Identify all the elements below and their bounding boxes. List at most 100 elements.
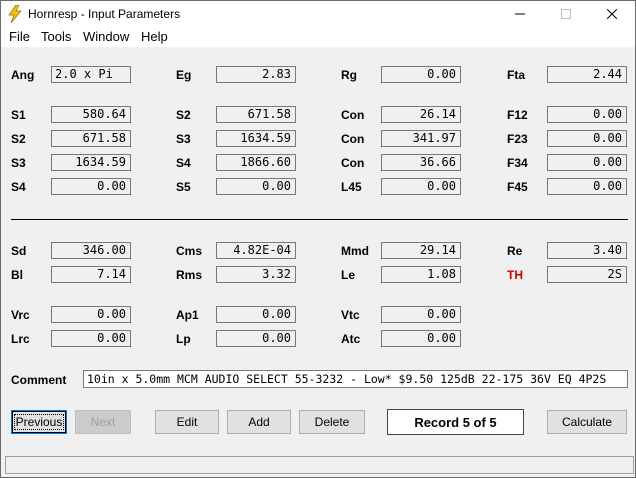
label-f12: F12 xyxy=(507,108,528,122)
field-con-3[interactable]: 36.66 xyxy=(381,154,461,171)
field-l45[interactable]: 0.00 xyxy=(381,178,461,195)
label-s3: S3 xyxy=(176,132,191,146)
label-fta: Fta xyxy=(507,68,525,82)
menu-help[interactable]: Help xyxy=(141,29,168,44)
label-ap1: Ap1 xyxy=(176,308,199,322)
field-rms[interactable]: 3.32 xyxy=(216,266,296,283)
calculate-button-label: Calculate xyxy=(561,415,613,429)
label-s4: S4 xyxy=(176,156,191,170)
field-s3[interactable]: 1634.59 xyxy=(216,130,296,147)
status-bar xyxy=(5,456,634,474)
label-s4-left: S4 xyxy=(11,180,26,194)
add-button-label: Add xyxy=(248,415,270,429)
field-th[interactable]: 2S xyxy=(547,266,627,283)
field-sd[interactable]: 346.00 xyxy=(51,242,131,259)
field-rg[interactable]: 0.00 xyxy=(381,66,461,83)
maximize-button[interactable] xyxy=(543,1,589,27)
field-le[interactable]: 1.08 xyxy=(381,266,461,283)
field-lrc[interactable]: 0.00 xyxy=(51,330,131,347)
field-ap1[interactable]: 0.00 xyxy=(216,306,296,323)
edit-button[interactable]: Edit xyxy=(155,410,219,434)
label-f34: F34 xyxy=(507,156,528,170)
label-s2-left: S2 xyxy=(11,132,26,146)
title-bar[interactable]: Hornresp - Input Parameters xyxy=(1,1,635,27)
minimize-icon xyxy=(515,13,525,15)
label-rms: Rms xyxy=(176,268,203,282)
field-vrc[interactable]: 0.00 xyxy=(51,306,131,323)
label-atc: Atc xyxy=(341,332,361,346)
field-re[interactable]: 3.40 xyxy=(547,242,627,259)
label-ang: Ang xyxy=(11,68,35,82)
label-f23: F23 xyxy=(507,132,528,146)
delete-button[interactable]: Delete xyxy=(299,410,365,434)
field-s4[interactable]: 1866.60 xyxy=(216,154,296,171)
add-button[interactable]: Add xyxy=(227,410,291,434)
section-divider xyxy=(11,219,628,220)
field-mmd[interactable]: 29.14 xyxy=(381,242,461,259)
field-con-1[interactable]: 26.14 xyxy=(381,106,461,123)
label-bl: Bl xyxy=(11,268,23,282)
label-re: Re xyxy=(507,244,523,258)
previous-button[interactable]: Previous xyxy=(11,410,67,434)
field-bl[interactable]: 7.14 xyxy=(51,266,131,283)
label-lp: Lp xyxy=(176,332,191,346)
label-s2: S2 xyxy=(176,108,191,122)
next-button-label: Next xyxy=(90,415,116,429)
label-con-3: Con xyxy=(341,156,365,170)
label-l45: L45 xyxy=(341,180,362,194)
field-s1[interactable]: 580.64 xyxy=(51,106,131,123)
label-sd: Sd xyxy=(11,244,27,258)
window-title: Hornresp - Input Parameters xyxy=(28,7,181,21)
label-con-2: Con xyxy=(341,132,365,146)
field-eg[interactable]: 2.83 xyxy=(216,66,296,83)
field-vtc[interactable]: 0.00 xyxy=(381,306,461,323)
label-cms: Cms xyxy=(176,244,203,258)
menu-window[interactable]: Window xyxy=(83,29,129,44)
field-f23[interactable]: 0.00 xyxy=(547,130,627,147)
label-comment: Comment xyxy=(11,373,67,387)
field-fta[interactable]: 2.44 xyxy=(547,66,627,83)
minimize-button[interactable] xyxy=(497,1,543,27)
field-f45[interactable]: 0.00 xyxy=(547,178,627,195)
field-s2[interactable]: 671.58 xyxy=(216,106,296,123)
label-f45: F45 xyxy=(507,180,528,194)
field-atc[interactable]: 0.00 xyxy=(381,330,461,347)
app-window: Hornresp - Input Parameters File Tools W… xyxy=(0,0,636,478)
menu-tools[interactable]: Tools xyxy=(41,29,71,44)
label-le: Le xyxy=(341,268,356,282)
label-rg: Rg xyxy=(341,68,357,82)
field-ang[interactable]: 2.0 x Pi xyxy=(51,66,131,83)
field-lp[interactable]: 0.00 xyxy=(216,330,296,347)
label-lrc: Lrc xyxy=(11,332,30,346)
label-vtc: Vtc xyxy=(341,308,360,322)
field-s5[interactable]: 0.00 xyxy=(216,178,296,195)
menu-file[interactable]: File xyxy=(9,29,30,44)
field-s3-left[interactable]: 1634.59 xyxy=(51,154,131,171)
label-s5: S5 xyxy=(176,180,191,194)
label-s1: S1 xyxy=(11,108,26,122)
field-con-2[interactable]: 341.97 xyxy=(381,130,461,147)
previous-button-label: Previous xyxy=(13,414,65,430)
field-f34[interactable]: 0.00 xyxy=(547,154,627,171)
field-s4-left[interactable]: 0.00 xyxy=(51,178,131,195)
comment-field[interactable]: 10in x 5.0mm MCM AUDIO SELECT 55-3232 - … xyxy=(83,370,628,388)
delete-button-label: Delete xyxy=(314,415,350,429)
label-con-1: Con xyxy=(341,108,365,122)
next-button[interactable]: Next xyxy=(75,410,131,434)
label-mmd: Mmd xyxy=(341,244,369,258)
maximize-icon xyxy=(561,9,571,19)
label-eg: Eg xyxy=(176,68,192,82)
close-icon xyxy=(607,9,617,19)
menu-bar: File Tools Window Help xyxy=(1,27,635,47)
label-vrc: Vrc xyxy=(11,308,30,322)
edit-button-label: Edit xyxy=(176,415,198,429)
field-s2-left[interactable]: 671.58 xyxy=(51,130,131,147)
calculate-button[interactable]: Calculate xyxy=(547,410,627,434)
field-f12[interactable]: 0.00 xyxy=(547,106,627,123)
record-indicator: Record 5 of 5 xyxy=(387,409,524,435)
lightning-bolt-icon xyxy=(8,5,22,23)
field-cms[interactable]: 4.82E-04 xyxy=(216,242,296,259)
label-th: TH xyxy=(507,268,523,282)
close-button[interactable] xyxy=(589,1,635,27)
label-s3-left: S3 xyxy=(11,156,26,170)
